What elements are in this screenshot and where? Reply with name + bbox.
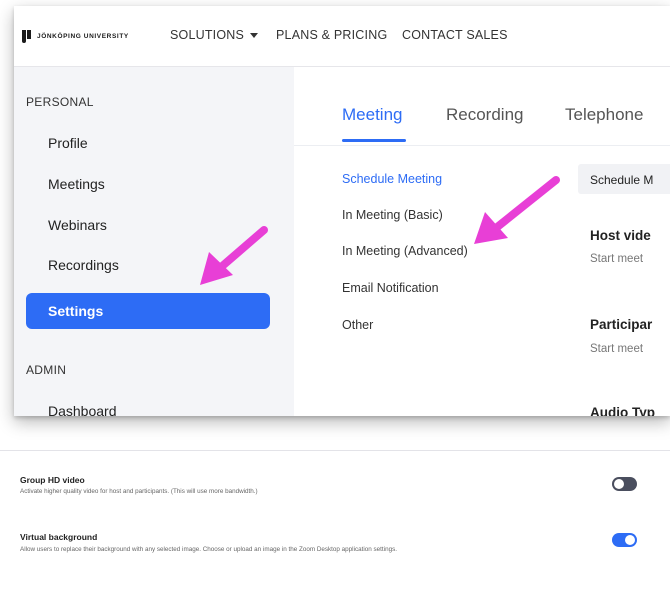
- logo-text: JÖNKÖPING UNIVERSITY: [37, 32, 129, 40]
- subnav-schedule-meeting[interactable]: Schedule Meeting: [342, 172, 442, 186]
- tab-recording[interactable]: Recording: [446, 105, 524, 125]
- active-tab-indicator: [342, 139, 406, 142]
- virtual-background-desc: Allow users to replace their background …: [20, 546, 397, 553]
- sidebar-item-webinars[interactable]: Webinars: [48, 217, 107, 233]
- setting-host-video-title: Host vide: [590, 228, 651, 243]
- sidebar-item-dashboard[interactable]: Dashboard: [48, 403, 117, 416]
- subnav-in-meeting-basic[interactable]: In Meeting (Basic): [342, 208, 443, 222]
- virtual-background-toggle[interactable]: [612, 533, 637, 547]
- tab-meeting[interactable]: Meeting: [342, 105, 402, 125]
- sidebar-section-personal: PERSONAL: [26, 95, 94, 109]
- group-hd-video-toggle[interactable]: [612, 477, 637, 491]
- tab-telephone[interactable]: Telephone: [565, 105, 643, 125]
- caret-down-icon: [250, 33, 259, 39]
- nav-contact-sales[interactable]: CONTACT SALES: [402, 28, 508, 42]
- sidebar: PERSONAL Profile Meetings Webinars Recor…: [14, 67, 294, 416]
- subnav-other[interactable]: Other: [342, 318, 373, 332]
- setting-host-video-desc: Start meet: [590, 253, 644, 265]
- top-navigation: JÖNKÖPING UNIVERSITY SOLUTIONS PLANS & P…: [14, 6, 670, 67]
- logo-mark-icon: [22, 29, 31, 43]
- nav-plans-pricing[interactable]: PLANS & PRICING: [276, 28, 387, 42]
- settings-main: Meeting Recording Telephone Schedule Mee…: [294, 67, 670, 416]
- tab-divider: [294, 145, 670, 146]
- meeting-settings-panel: Group HD video Activate higher quality v…: [0, 450, 670, 589]
- university-logo[interactable]: JÖNKÖPING UNIVERSITY: [22, 28, 129, 44]
- virtual-background-title: Virtual background: [20, 532, 98, 542]
- setting-participants-title: Participar: [590, 317, 653, 332]
- setting-participants-desc: Start meet: [590, 343, 644, 355]
- nav-solutions[interactable]: SOLUTIONS: [170, 28, 259, 42]
- sidebar-item-meetings[interactable]: Meetings: [48, 176, 105, 192]
- sidebar-item-recordings[interactable]: Recordings: [48, 257, 119, 273]
- group-hd-video-title: Group HD video: [20, 475, 85, 485]
- toggle-knob: [625, 535, 635, 545]
- nav-solutions-label: SOLUTIONS: [170, 28, 245, 42]
- group-hd-video-desc: Activate higher quality video for host a…: [20, 488, 258, 495]
- subnav-in-meeting-advanced[interactable]: In Meeting (Advanced): [342, 244, 468, 258]
- toggle-knob: [614, 479, 624, 489]
- zoom-settings-screenshot: JÖNKÖPING UNIVERSITY SOLUTIONS PLANS & P…: [14, 6, 670, 416]
- sidebar-item-settings[interactable]: Settings: [26, 293, 270, 329]
- sidebar-section-admin: ADMIN: [26, 363, 67, 377]
- section-chip-schedule[interactable]: Schedule M: [578, 164, 670, 194]
- subnav-email-notification[interactable]: Email Notification: [342, 281, 439, 295]
- setting-audio-type-title: Audio Typ: [590, 405, 655, 416]
- sidebar-item-profile[interactable]: Profile: [48, 135, 88, 151]
